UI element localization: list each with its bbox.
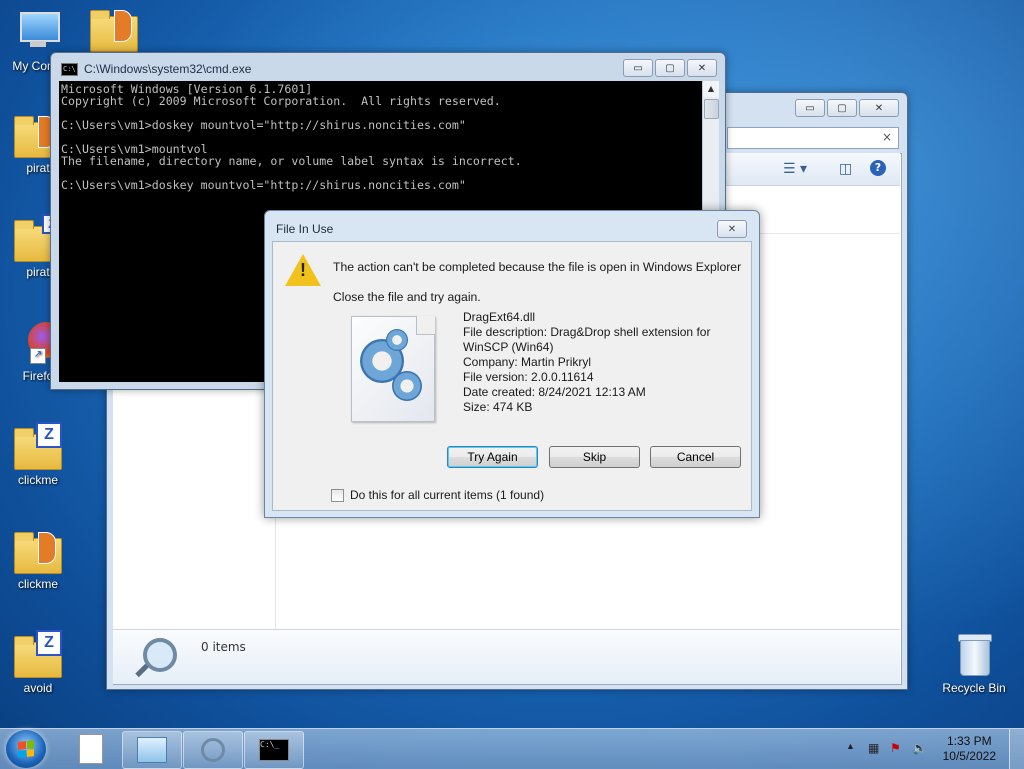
search-box[interactable]: × (727, 127, 899, 149)
file-date-created: Date created: 8/24/2021 12:13 AM (463, 385, 646, 399)
minimize-button[interactable]: ▭ (795, 99, 825, 117)
folder-icon: Z (14, 630, 62, 678)
file-description: File description: Drag&Drop shell extens… (463, 325, 711, 339)
desktop-icon-clickme-2[interactable]: clickme (0, 526, 78, 591)
details-pane: 0 items (113, 629, 900, 684)
desktop-icon-recycle-bin[interactable]: Recycle Bin (934, 630, 1014, 695)
clock-date: 10/5/2022 (942, 749, 996, 763)
folder-icon (90, 4, 138, 52)
clock-time: 1:33 PM (946, 734, 992, 748)
show-desktop-button[interactable] (1009, 729, 1024, 769)
preview-pane-icon[interactable]: ◫ (839, 161, 852, 177)
checkbox-box[interactable] (331, 488, 344, 502)
dialog-title: File In Use (276, 222, 334, 236)
desktop-icon-label: clickme (17, 473, 58, 487)
desktop-icon-folder[interactable] (74, 4, 154, 55)
clock[interactable]: 1:33 PM 10/5/2022 (943, 734, 996, 764)
view-options-icon[interactable]: ☰ ▾ (783, 161, 807, 177)
item-count: 0 items (201, 640, 246, 654)
warning-icon: ! (285, 254, 321, 286)
file-company: Company: Martin Prikryl (463, 355, 592, 369)
file-size: Size: 474 KB (463, 400, 533, 414)
close-button[interactable]: ✕ (687, 59, 717, 77)
network-icon[interactable]: ▦ (868, 741, 879, 755)
search-magnifier-icon (143, 638, 177, 672)
folder-icon: Z (14, 422, 62, 470)
scroll-up-icon[interactable]: ▲ (703, 81, 719, 97)
volume-icon[interactable]: 🔈 (912, 741, 927, 755)
minimize-button[interactable]: ▭ (623, 59, 653, 77)
file-in-use-dialog: File In Use ✕ ! The action can't be comp… (264, 210, 760, 518)
close-button[interactable]: ✕ (859, 99, 899, 117)
skip-button[interactable]: Skip (549, 446, 640, 468)
desktop-icon-clickme-1[interactable]: Z clickme (0, 422, 78, 487)
desktop-icon-label: avoid (23, 681, 53, 695)
clear-search-icon[interactable]: × (882, 130, 892, 144)
apply-to-all-checkbox[interactable]: Do this for all current items (1 found) (331, 488, 544, 502)
checkbox-label: Do this for all current items (1 found) (350, 488, 545, 502)
computer-icon (14, 8, 62, 56)
desktop-icon-label: Recycle Bin (942, 681, 1006, 695)
cmd-icon: C:\_ (259, 739, 289, 761)
file-version: File version: 2.0.0.11614 (463, 370, 594, 384)
dialog-client: ! The action can't be completed because … (272, 241, 752, 511)
cancel-button[interactable]: Cancel (650, 446, 741, 468)
maximize-button[interactable]: ▢ (655, 59, 685, 77)
taskbar: C:\_ ▲ ▦ ⚑ 🔈 1:33 PM 10/5/2022 (0, 728, 1024, 769)
dialog-message: The action can't be completed because th… (333, 260, 742, 274)
taskbar-cmd-button[interactable]: C:\_ (244, 731, 304, 769)
maximize-button[interactable]: ▢ (827, 99, 857, 117)
dll-file-icon (351, 316, 435, 422)
magnifier-icon (201, 738, 225, 762)
cmd-icon: C:\ (61, 62, 78, 76)
document-icon (79, 734, 103, 764)
file-info: DragExt64.dll File description: Drag&Dro… (463, 310, 733, 415)
system-tray: ▲ ▦ ⚑ 🔈 1:33 PM 10/5/2022 (824, 729, 1024, 769)
desktop-icon-label: clickme (17, 577, 58, 591)
action-center-icon[interactable]: ⚑ (890, 741, 901, 755)
file-description-cont: WinSCP (Win64) (463, 340, 554, 354)
start-button[interactable] (6, 730, 46, 768)
windows-flag-icon (18, 740, 34, 758)
control-panel-icon (137, 737, 167, 763)
taskbar-control-panel-button[interactable] (122, 731, 182, 769)
cmd-title: C:\Windows\system32\cmd.exe (84, 62, 252, 76)
scroll-thumb[interactable] (704, 99, 719, 119)
recycle-bin-icon (950, 630, 998, 678)
cmd-titlebar[interactable]: C:\ C:\Windows\system32\cmd.exe (61, 62, 251, 76)
show-hidden-icons-icon[interactable]: ▲ (846, 741, 855, 751)
desktop-icon-avoid[interactable]: Z avoid (0, 630, 78, 695)
dialog-close-button[interactable]: ✕ (717, 220, 747, 238)
taskbar-notepad-button[interactable] (62, 731, 120, 767)
help-icon[interactable]: ? (870, 160, 886, 176)
folder-icon (14, 526, 62, 574)
file-name: DragExt64.dll (463, 310, 536, 324)
taskbar-search-button[interactable] (183, 731, 243, 769)
dialog-hint: Close the file and try again. (333, 290, 481, 304)
